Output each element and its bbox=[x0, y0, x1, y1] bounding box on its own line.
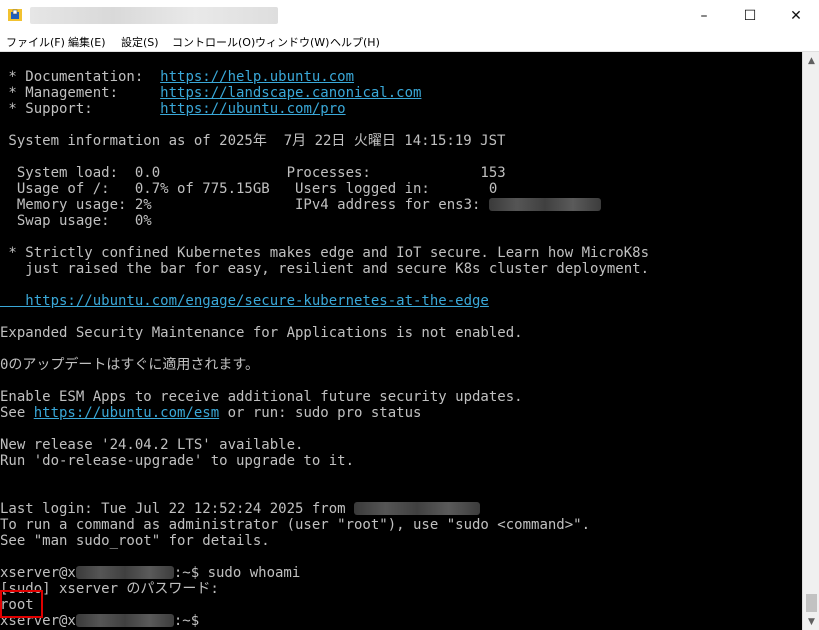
scrollbar[interactable]: ▲ ▼ bbox=[802, 52, 819, 630]
release-line-1: New release '24.04.2 LTS' available. bbox=[0, 437, 304, 453]
usage-line: Usage of /: 0.7% of 775.15GB Users logge… bbox=[0, 181, 498, 197]
last-login-line: Last login: Tue Jul 22 12:52:24 2025 fro… bbox=[0, 501, 481, 517]
scroll-down-arrow-icon[interactable]: ▼ bbox=[803, 613, 819, 630]
menu-settings[interactable]: 設定(S) bbox=[121, 34, 159, 50]
title-bar: – ☐ ✕ bbox=[0, 0, 819, 31]
menu-control[interactable]: コントロール(O) bbox=[172, 34, 255, 50]
prompt-line-1: xserver@x:~$ sudo whoami bbox=[0, 565, 301, 581]
esm-line: Expanded Security Maintenance for Applic… bbox=[0, 325, 523, 341]
admin-line-1: To run a command as administrator (user … bbox=[0, 517, 591, 533]
sysload-line: System load: 0.0 Processes: 153 bbox=[0, 165, 506, 181]
app-icon bbox=[8, 9, 22, 21]
memory-line: Memory usage: 2% IPv4 address for ens3: bbox=[0, 197, 601, 213]
esm-see-line: See https://ubuntu.com/esm or run: sudo … bbox=[0, 405, 422, 421]
mgmt-line: * Management: https://landscape.canonica… bbox=[0, 85, 422, 101]
swap-line: Swap usage: 0% bbox=[0, 213, 152, 229]
hostname-redacted bbox=[75, 566, 174, 579]
terminal-screen[interactable]: * Documentation: https://help.ubuntu.com… bbox=[0, 52, 802, 630]
window-title-redacted bbox=[30, 7, 278, 24]
menu-bar: ファイル(F) 編集(E) 設定(S) コントロール(O) ウィンドウ(W) ヘ… bbox=[0, 31, 819, 52]
k8s-line-2: just raised the bar for easy, resilient … bbox=[0, 261, 650, 277]
maximize-icon: ☐ bbox=[743, 7, 757, 24]
minimize-button[interactable]: – bbox=[681, 0, 727, 31]
ip-redacted bbox=[354, 502, 481, 515]
close-button[interactable]: ✕ bbox=[773, 0, 819, 31]
updates-line: 0のアップデートはすぐに適用されます。 bbox=[0, 357, 260, 373]
scroll-up-arrow-icon[interactable]: ▲ bbox=[803, 52, 819, 69]
menu-help[interactable]: ヘルプ(H) bbox=[330, 34, 380, 50]
menu-window[interactable]: ウィンドウ(W) bbox=[255, 34, 329, 50]
menu-edit[interactable]: 編集(E) bbox=[68, 34, 106, 50]
release-line-2: Run 'do-release-upgrade' to upgrade to i… bbox=[0, 453, 355, 469]
k8s-line-1: * Strictly confined Kubernetes makes edg… bbox=[0, 245, 650, 261]
esm-link[interactable]: https://ubuntu.com/esm bbox=[34, 405, 219, 421]
admin-line-2: See "man sudo_root" for details. bbox=[0, 533, 270, 549]
mgmt-link[interactable]: https://landscape.canonical.com bbox=[160, 85, 421, 101]
hostname-redacted bbox=[75, 614, 174, 627]
minimize-icon: – bbox=[700, 7, 708, 24]
support-line: * Support: https://ubuntu.com/pro bbox=[0, 101, 346, 117]
k8s-link[interactable]: https://ubuntu.com/engage/secure-kuberne… bbox=[0, 293, 489, 309]
support-link[interactable]: https://ubuntu.com/pro bbox=[160, 101, 345, 117]
sysinfo-line: System information as of 2025年 7月 22日 火曜… bbox=[0, 133, 506, 149]
maximize-button[interactable]: ☐ bbox=[727, 0, 773, 31]
highlight-box bbox=[0, 590, 43, 618]
esm-apps-line: Enable ESM Apps to receive additional fu… bbox=[0, 389, 523, 405]
doc-link[interactable]: https://help.ubuntu.com bbox=[160, 69, 354, 85]
scroll-thumb[interactable] bbox=[806, 594, 817, 612]
menu-file[interactable]: ファイル(F) bbox=[6, 34, 65, 50]
close-icon: ✕ bbox=[790, 7, 802, 24]
doc-line: * Documentation: https://help.ubuntu.com bbox=[0, 69, 355, 85]
ipv4-redacted bbox=[488, 198, 601, 211]
